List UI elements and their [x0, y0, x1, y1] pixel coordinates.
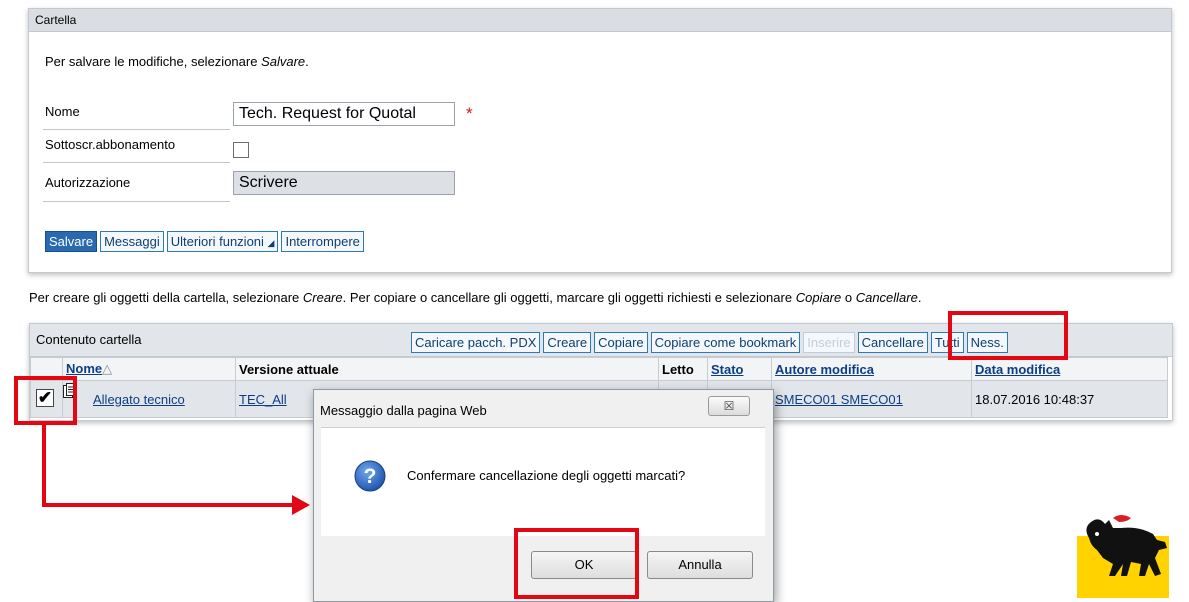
ulteriori-funzioni-button[interactable]: Ulteriori funzioni ◢: [166, 231, 279, 252]
column-label-nome[interactable]: Nome: [66, 361, 102, 376]
dialog-titlebar: Messaggio dalla pagina Web ☒: [314, 390, 773, 426]
copiare-bookmark-button[interactable]: Copiare come bookmark: [650, 332, 801, 353]
cartella-panel: Cartella Per salvare le modifiche, selez…: [28, 8, 1172, 273]
nome-label: Nome: [45, 104, 80, 119]
instruction-part: .: [917, 290, 922, 305]
sort-ascending-icon[interactable]: △: [102, 361, 112, 376]
column-label-stato[interactable]: Stato: [711, 362, 744, 377]
column-label-data[interactable]: Data modifica: [975, 362, 1060, 377]
data-cell: 18.07.2016 10:48:37: [971, 380, 1168, 418]
cancellare-highlight: [948, 311, 1068, 360]
dialog-title: Messaggio dalla pagina Web: [320, 403, 487, 418]
field-divider: [43, 129, 230, 130]
caricare-pdx-button[interactable]: Caricare pacch. PDX: [411, 332, 541, 353]
arrow-line-vertical: [42, 425, 46, 507]
column-header-autore[interactable]: Autore modifica: [771, 357, 972, 381]
column-header-stato[interactable]: Stato: [707, 357, 772, 381]
dropdown-arrow-icon: ◢: [267, 238, 275, 248]
salvare-button[interactable]: Salvare: [45, 231, 98, 252]
instruction-text: Per creare gli oggetti della cartella, s…: [29, 290, 921, 305]
instruction-emphasis: Cancellare: [855, 290, 918, 305]
dialog-message: Confermare cancellazione degli oggetti m…: [407, 468, 686, 483]
author-link[interactable]: SMECO01 SMECO01: [775, 392, 903, 407]
nome-cell: Allegato tecnico: [62, 380, 236, 418]
field-divider: [43, 201, 230, 202]
cartella-toolbar: Salvare Messaggi Ulteriori funzioni ◢ In…: [45, 231, 364, 252]
instruction-part: o: [841, 290, 856, 305]
copiare-button[interactable]: Copiare: [594, 332, 648, 353]
sottoscr-checkbox[interactable]: [233, 142, 249, 158]
field-divider: [43, 162, 230, 163]
instruction-part: . Per copiare o cancellare gli oggetti, …: [342, 290, 796, 305]
column-header-nome[interactable]: Nome△: [62, 357, 236, 381]
table-header-row: Nome△ Versione attuale Letto Stato Autor…: [30, 357, 1168, 381]
instruction-emphasis: Copiare: [795, 290, 842, 305]
version-link[interactable]: TEC_All: [239, 392, 287, 407]
checkbox-highlight: [14, 376, 77, 425]
arrow-head-icon: [292, 495, 310, 515]
column-label-autore[interactable]: Autore modifica: [775, 362, 874, 377]
question-glyph: ?: [364, 465, 377, 488]
column-header-data[interactable]: Data modifica: [971, 357, 1168, 381]
autorizzazione-label: Autorizzazione: [45, 175, 131, 190]
save-hint: Per salvare le modifiche, selezionare Sa…: [45, 54, 309, 69]
creare-button[interactable]: Creare: [543, 332, 592, 353]
cartella-header: Cartella: [29, 9, 1171, 32]
ok-highlight: [514, 528, 639, 599]
six-legged-dog-logo: [1077, 515, 1169, 598]
contenuto-toolbar: Caricare pacch. PDX Creare Copiare Copia…: [411, 332, 1008, 353]
annulla-button[interactable]: Annulla: [647, 551, 753, 579]
document-link[interactable]: Allegato tecnico: [93, 392, 185, 407]
sottoscr-label: Sottoscr.abbonamento: [45, 137, 176, 152]
cancellare-button[interactable]: Cancellare: [857, 332, 928, 353]
autore-cell: SMECO01 SMECO01: [771, 380, 972, 418]
close-icon[interactable]: ☒: [708, 396, 750, 416]
save-hint-end: .: [305, 54, 309, 69]
required-marker: *: [466, 104, 473, 123]
instruction-part: Per creare gli oggetti della cartella, s…: [29, 290, 303, 305]
instruction-emphasis: Creare: [302, 290, 343, 305]
column-header-versione: Versione attuale: [235, 357, 659, 381]
nome-input[interactable]: Tech. Request for Quotal: [233, 102, 455, 126]
contenuto-title: Contenuto cartella: [36, 332, 142, 347]
messaggi-button[interactable]: Messaggi: [100, 231, 164, 252]
ulteriori-funzioni-label: Ulteriori funzioni: [170, 234, 264, 249]
autorizzazione-field: Scrivere: [233, 171, 455, 195]
question-icon: ?: [354, 460, 386, 492]
save-hint-emphasis: Salvare: [261, 54, 306, 69]
arrow-line-horizontal: [42, 503, 296, 507]
interrompere-button[interactable]: Interrompere: [281, 231, 364, 252]
column-header-letto: Letto: [658, 357, 708, 381]
dialog-body: ? Confermare cancellazione degli oggetti…: [321, 427, 765, 536]
save-hint-text: Per salvare le modifiche, selezionare: [45, 54, 262, 69]
inserire-button: Inserire: [803, 332, 855, 353]
